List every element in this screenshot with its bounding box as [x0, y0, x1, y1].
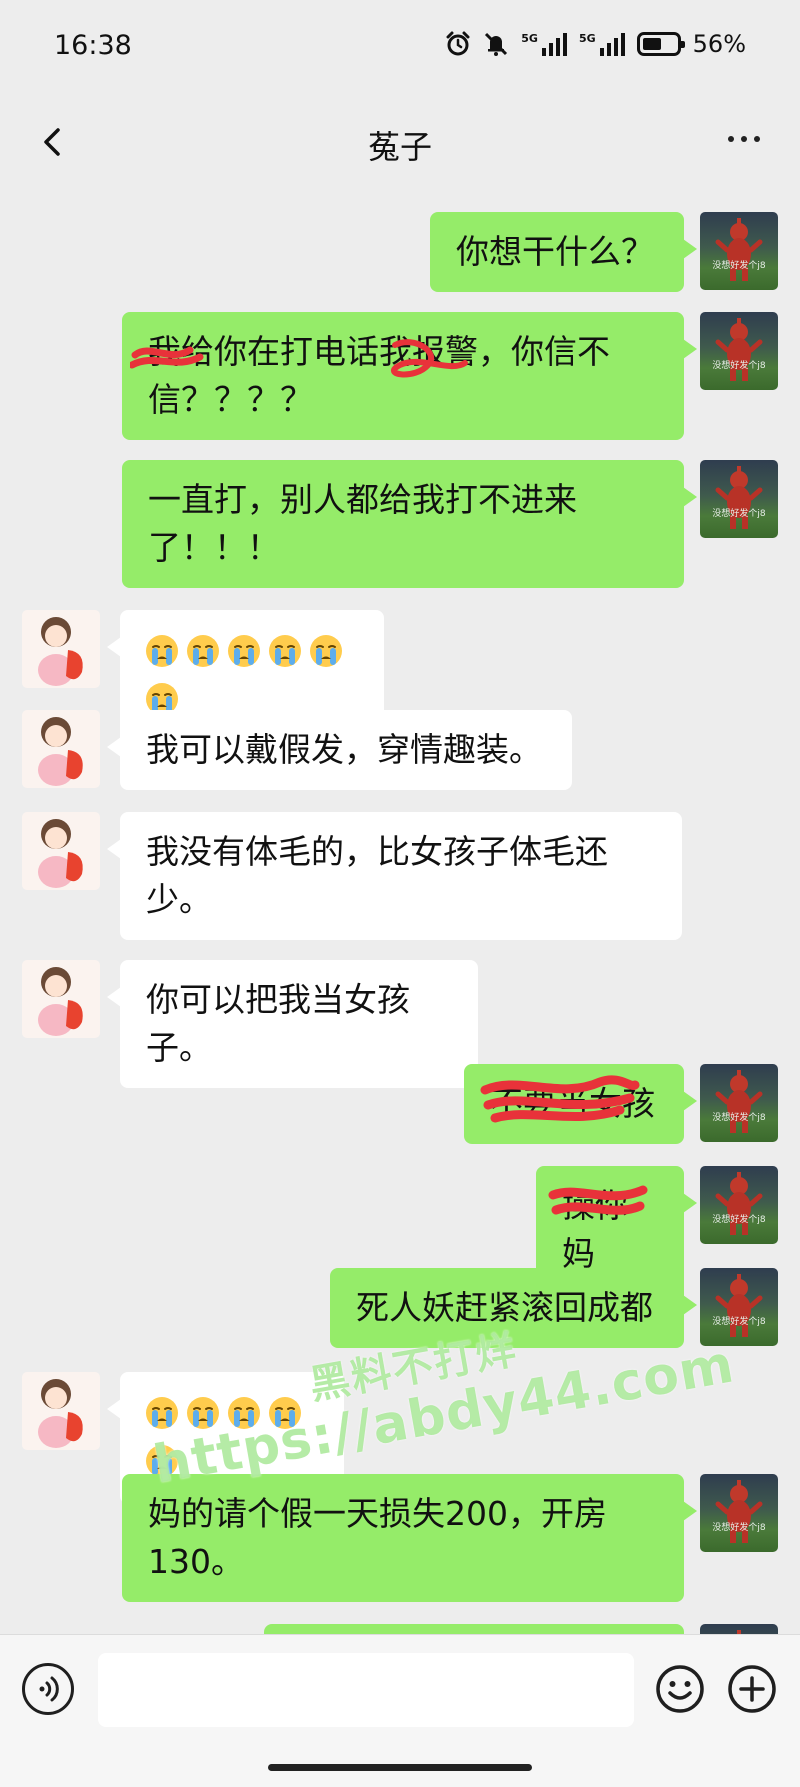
battery-text: 56%	[692, 30, 746, 58]
more-dots-icon[interactable]	[728, 136, 760, 142]
battery-icon	[636, 32, 685, 56]
avatar-self[interactable]: 没想好发个j8	[700, 1166, 778, 1244]
message-bubble[interactable]: 妈的请个假一天损失200，开房130。	[122, 1474, 697, 1602]
avatar-contact[interactable]	[22, 710, 100, 788]
nav-bar: 菟子	[0, 92, 800, 192]
crying-face-emoji	[144, 1395, 180, 1431]
message-bubble[interactable]: 一直打，别人都给我打不进来了！！！	[122, 460, 697, 588]
message-text: 死人妖赶紧滚回成都	[356, 1288, 653, 1327]
status-time: 16:38	[54, 30, 132, 61]
signal-label: 5G	[578, 32, 596, 45]
avatar-self[interactable]: 没想好发个j8	[700, 460, 778, 538]
message-input[interactable]	[98, 1653, 634, 1727]
crying-face-emoji	[226, 1395, 262, 1431]
message-text: 我给你在打电话我报警，你信不信？？？？	[148, 332, 610, 419]
alarm-icon	[446, 31, 470, 56]
avatar-caption: 没想好发个j8	[712, 509, 766, 519]
avatar-self[interactable]: 没想好发个j8	[700, 1064, 778, 1142]
avatar-self[interactable]: 没想好发个j8	[700, 1268, 778, 1346]
status-bar: 16:38 5G 5G 56%	[0, 0, 800, 92]
message-text: 妈的请个假一天损失200，开房130。	[148, 1494, 607, 1581]
avatar-contact[interactable]	[22, 960, 100, 1038]
avatar-self[interactable]: 没想好发个j8	[700, 1624, 778, 1634]
message-bubble[interactable]: 我可以戴假发，穿情趣装。	[107, 710, 572, 790]
message-bubble[interactable]: 你想干什么？	[430, 212, 697, 292]
message-text: 我可以戴假发，穿情趣装。	[146, 730, 542, 769]
message-text: 我没有体毛的，比女孩子体毛还少。	[146, 832, 608, 919]
avatar-caption: 没想好发个j8	[712, 1317, 766, 1327]
avatar-self[interactable]: 没想好发个j8	[700, 212, 778, 290]
avatar-caption: 没想好发个j8	[712, 1215, 766, 1225]
smiley-icon[interactable]	[654, 1663, 706, 1715]
voice-icon[interactable]	[22, 1663, 74, 1715]
plus-circle-icon[interactable]	[726, 1663, 778, 1715]
mute-bell-icon	[485, 32, 508, 56]
avatar-self[interactable]: 没想好发个j8	[700, 1474, 778, 1552]
input-bar	[0, 1634, 800, 1787]
message-text: 你想干什么？	[456, 232, 654, 271]
signal-label: 5G	[521, 32, 538, 45]
message-bubble[interactable]: 你可以把我当女孩子。	[107, 960, 478, 1088]
message-text: 你可以把我当女孩子。	[146, 980, 410, 1067]
message-bubble[interactable]: 我没有体毛的，比女孩子体毛还少。	[107, 812, 682, 940]
message-text: 不要当女孩	[490, 1084, 655, 1123]
crying-face-emoji	[267, 1395, 303, 1431]
avatar-caption: 没想好发个j8	[712, 261, 766, 271]
message-bubble[interactable]: 死人妖赶紧滚回成都	[330, 1268, 697, 1348]
crying-face-emoji	[267, 633, 303, 669]
message-bubble[interactable]	[264, 1624, 684, 1634]
emoji-list	[144, 632, 349, 719]
chat-list[interactable]: 你想干什么？ 没想好发个j8 我给你在打电话我报警，你信不信？？？？ 没想好发个…	[0, 192, 800, 1634]
avatar-contact[interactable]	[22, 812, 100, 890]
avatar-caption: 没想好发个j8	[712, 1523, 766, 1533]
chat-title: 菟子	[367, 128, 432, 166]
home-indicator[interactable]	[268, 1764, 532, 1771]
avatar-caption: 没想好发个j8	[712, 1113, 766, 1123]
avatar-caption: 没想好发个j8	[712, 361, 766, 371]
emoji-list	[144, 1394, 308, 1481]
crying-face-emoji	[185, 633, 221, 669]
signal-5g-icon: 5G	[521, 32, 567, 56]
avatar-self[interactable]: 没想好发个j8	[700, 312, 778, 390]
crying-face-emoji	[185, 1395, 221, 1431]
message-text: 操你妈	[562, 1186, 628, 1273]
crying-face-emoji	[144, 633, 180, 669]
crying-face-emoji	[308, 633, 344, 669]
message-text: 一直打，别人都给我打不进来了！！！	[148, 480, 577, 567]
message-bubble[interactable]: 不要当女孩	[464, 1064, 697, 1144]
signal-5g-icon: 5G	[579, 32, 625, 56]
crying-face-emoji	[226, 633, 262, 669]
avatar-contact[interactable]	[22, 610, 100, 688]
status-icons: 5G 5G 56%	[445, 30, 746, 58]
message-bubble[interactable]: 我给你在打电话我报警，你信不信？？？？	[122, 312, 697, 440]
avatar-contact[interactable]	[22, 1372, 100, 1450]
